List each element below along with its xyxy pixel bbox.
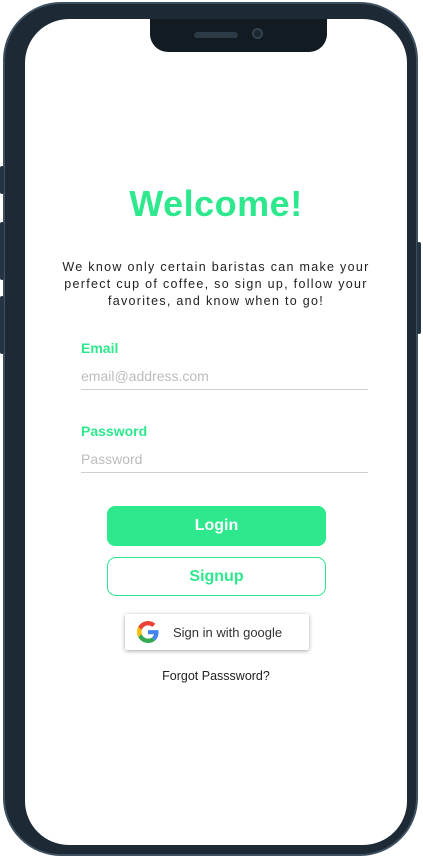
speaker [194,32,238,38]
phone-frame: Welcome! We know only certain baristas c… [0,2,421,856]
password-label: Password [81,423,148,439]
signup-button[interactable]: Signup [107,557,326,596]
page-title: Welcome! [129,183,303,224]
notch [150,19,327,52]
intro-text: We know only certain baristas can make y… [62,260,370,308]
email-field[interactable] [81,363,368,390]
password-field[interactable] [81,446,368,473]
phone-screen: Welcome! We know only certain baristas c… [25,19,407,845]
silent-switch [0,166,4,194]
google-g-icon [137,621,159,643]
volume-up-button [0,222,4,280]
email-label: Email [81,340,119,356]
forgot-password-link[interactable]: Forgot Passsword? [25,669,407,683]
google-signin-label: Sign in with google [173,624,283,640]
login-button[interactable]: Login [107,506,326,546]
power-button [417,242,421,334]
volume-down-button [0,296,4,354]
google-signin-button[interactable]: Sign in with google [125,614,309,650]
front-camera [252,28,263,39]
